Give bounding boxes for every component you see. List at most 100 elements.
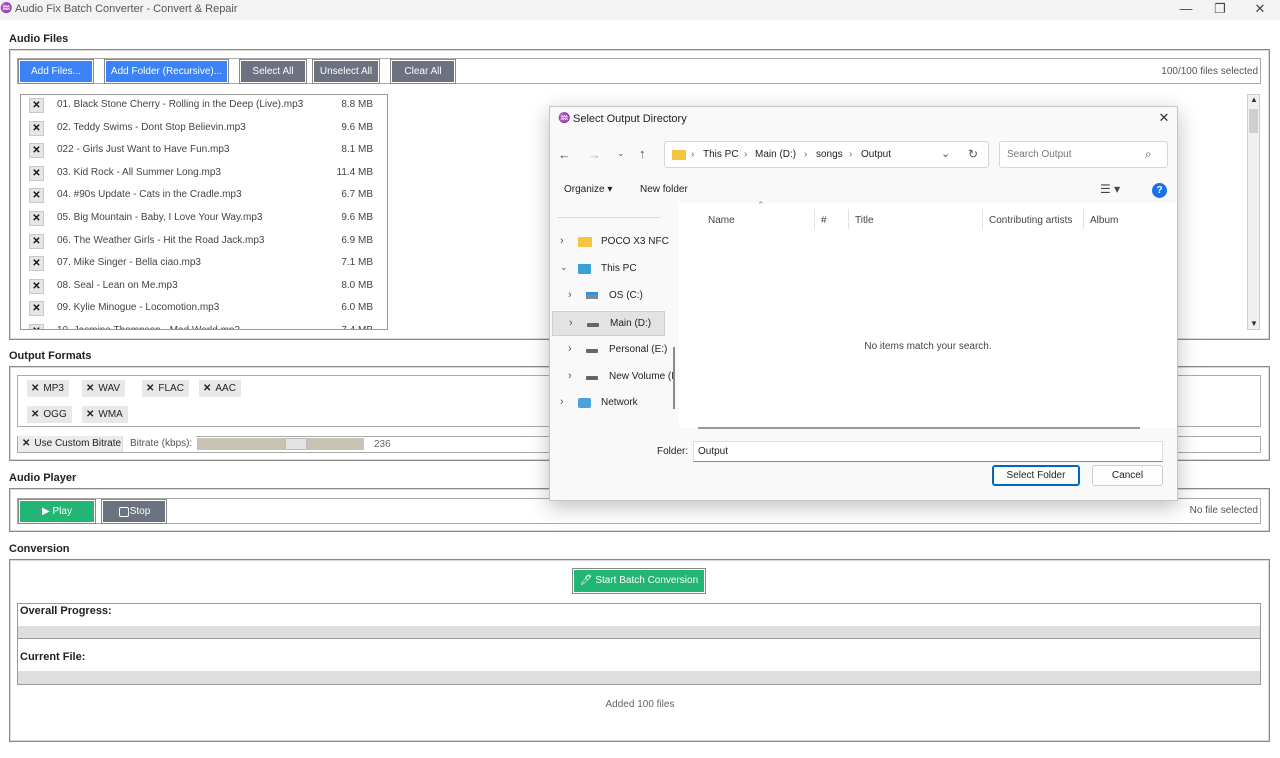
- file-name: 01. Black Stone Cherry - Rolling in the …: [57, 99, 304, 110]
- nav-scrollbar[interactable]: [673, 347, 675, 409]
- file-list-item[interactable]: ✕ 03. Kid Rock - All Summer Long.mp3 11.4 …: [21, 163, 387, 185]
- dialog-close-button[interactable]: ✕: [1152, 110, 1176, 128]
- scroll-thumb[interactable]: [1249, 109, 1258, 133]
- format-checkbox-flac[interactable]: ✕ FLAC: [142, 380, 189, 397]
- nav-item-os-c[interactable]: › OS (C:): [552, 284, 665, 309]
- file-list-item[interactable]: ✕ 04. #90s Update - Cats in the Cradle.mp…: [21, 185, 387, 207]
- nav-item-main-d[interactable]: › Main (D:): [552, 311, 665, 336]
- expand-chevron-icon[interactable]: ›: [568, 289, 572, 301]
- breadcrumb-output[interactable]: Output: [861, 149, 891, 160]
- file-size: 8.1 MB: [341, 144, 373, 156]
- file-list-item[interactable]: ✕ 10. Jasmine Thompson - Mad World.mp3 7.4…: [21, 321, 387, 329]
- expand-chevron-icon[interactable]: ›: [560, 235, 564, 247]
- unselect-all-button[interactable]: Unselect All: [312, 59, 380, 84]
- select-folder-button[interactable]: Select Folder: [992, 465, 1080, 486]
- file-name: 06. The Weather Girls - Hit the Road Jac…: [57, 234, 265, 246]
- format-checkbox-wav[interactable]: ✕ WAV: [82, 380, 126, 397]
- close-button[interactable]: ✕: [1240, 0, 1280, 20]
- view-options-icon[interactable]: ☰ ▾: [1100, 182, 1120, 196]
- file-list-scrollbar[interactable]: ▲ ▼: [1247, 94, 1260, 330]
- file-list-item[interactable]: ✕ 01. Black Stone Cherry - Rolling in the…: [21, 95, 387, 117]
- file-checkbox[interactable]: ✕: [29, 120, 44, 136]
- overall-progress-bar: [18, 626, 1260, 638]
- stop-button[interactable]: Stop: [101, 499, 167, 524]
- format-checkbox-wma[interactable]: ✕ WMA: [82, 406, 128, 423]
- add-files-button[interactable]: Add Files...: [18, 59, 94, 84]
- file-list-item[interactable]: ✕ 07. Mike Singer - Bella ciao.mp3 7.1 MB: [21, 253, 387, 275]
- audio-files-title: Audio Files: [9, 33, 69, 45]
- start-conversion-button[interactable]: 🖊 Start Batch Conversion: [572, 568, 706, 594]
- overall-progress-label: Overall Progress:: [20, 605, 112, 617]
- play-button[interactable]: ▶ Play: [18, 499, 96, 524]
- bitrate-slider-thumb[interactable]: [285, 438, 308, 450]
- expand-chevron-icon[interactable]: ›: [568, 370, 572, 382]
- address-bar[interactable]: › This PC › Main (D:) › songs › Output ⌄…: [664, 141, 989, 168]
- scroll-down-icon[interactable]: ▼: [1249, 319, 1259, 329]
- file-checkbox[interactable]: ✕: [29, 256, 44, 272]
- file-list-item[interactable]: ✕ 08. Seal - Lean on Me.mp3 8.0 MB: [21, 276, 387, 298]
- file-pane-hscroll[interactable]: [698, 427, 1140, 429]
- file-checkbox[interactable]: ✕: [29, 211, 44, 226]
- file-checkbox[interactable]: ✕: [29, 188, 44, 204]
- nav-item-personal-e[interactable]: › Personal (E:): [552, 338, 668, 363]
- refresh-icon[interactable]: ↻: [968, 147, 978, 161]
- nav-item-poco-x3-nfc[interactable]: › POCO X3 NFC: [552, 230, 669, 255]
- custom-bitrate-checkbox[interactable]: ✕ Use Custom Bitrate: [18, 436, 127, 452]
- cancel-button[interactable]: Cancel: [1092, 465, 1163, 486]
- folder-icon: [578, 237, 592, 249]
- back-arrow-icon[interactable]: ←: [558, 147, 571, 162]
- expand-chevron-icon[interactable]: ›: [569, 317, 573, 329]
- new-folder-button[interactable]: New folder: [640, 184, 688, 195]
- help-icon[interactable]: ?: [1152, 183, 1167, 198]
- file-checkbox[interactable]: ✕: [29, 98, 44, 113]
- file-checkbox[interactable]: ✕: [29, 165, 44, 181]
- add-folder-button[interactable]: Add Folder (Recursive)...: [104, 59, 229, 84]
- nav-item-network[interactable]: › Network: [552, 391, 665, 416]
- clear-all-button[interactable]: Clear All: [390, 59, 456, 84]
- format-checkbox-mp3[interactable]: ✕ MP3: [27, 380, 69, 397]
- file-list[interactable]: ✕ 01. Black Stone Cherry - Rolling in the…: [20, 94, 388, 330]
- breadcrumb-songs[interactable]: songs: [816, 149, 843, 160]
- file-checkbox[interactable]: ✕: [29, 278, 44, 294]
- forward-arrow-icon[interactable]: →: [588, 147, 601, 162]
- breadcrumb-main-d[interactable]: Main (D:): [755, 149, 796, 160]
- bitrate-value: 236: [374, 439, 391, 450]
- dialog-title: Select Output Directory: [573, 113, 687, 125]
- file-list-item[interactable]: ✕ 09. Kylie Minogue - Locomotion.mp3 6.0 M…: [21, 298, 387, 320]
- output-formats-title: Output Formats: [9, 350, 92, 362]
- file-list-item[interactable]: ✕ 05. Big Mountain - Baby, I Love Your Wa…: [21, 208, 387, 230]
- file-list-item[interactable]: ✕ 02. Teddy Swims - Dont Stop Believin.mp…: [21, 118, 387, 140]
- expand-chevron-icon[interactable]: ⌄: [560, 262, 568, 273]
- format-checkbox-aac[interactable]: ✕ AAC: [199, 380, 241, 397]
- expand-chevron-icon[interactable]: ›: [568, 343, 572, 355]
- nav-item-this-pc[interactable]: ⌄ This PC: [552, 257, 665, 282]
- scroll-up-icon[interactable]: ▲: [1249, 95, 1259, 105]
- up-arrow-icon[interactable]: ↑: [639, 146, 646, 161]
- search-output-input[interactable]: Search Output ⌕: [999, 141, 1168, 168]
- player-toolbar: [17, 498, 1261, 524]
- address-dropdown-icon[interactable]: ⌄: [941, 147, 950, 160]
- current-file-progress-bar: [18, 671, 1260, 684]
- recent-chevron-icon[interactable]: ⌄: [617, 148, 625, 159]
- stop-icon: [119, 507, 129, 517]
- nav-item-label: This PC: [601, 263, 637, 274]
- bitrate-slider[interactable]: [197, 438, 364, 450]
- expand-chevron-icon[interactable]: ›: [560, 396, 564, 408]
- file-list-item[interactable]: ✕ 022 - Girls Just Want to Have Fun.mp3 8.…: [21, 140, 387, 162]
- nav-item-new-volume-i[interactable]: › New Volume (I: [552, 365, 674, 390]
- nav-item-label: Personal (E:): [609, 344, 668, 355]
- folder-input[interactable]: Output: [693, 441, 1163, 462]
- file-name: 04. #90s Update - Cats in the Cradle.mp3: [57, 189, 242, 201]
- file-checkbox[interactable]: ✕: [29, 143, 44, 159]
- search-icon[interactable]: ⌕: [1145, 147, 1152, 162]
- format-checkbox-ogg[interactable]: ✕ OGG: [27, 406, 72, 423]
- file-checkbox[interactable]: ✕: [29, 233, 44, 249]
- file-checkbox[interactable]: ✕: [29, 324, 44, 329]
- organize-button[interactable]: Organize ▾: [564, 184, 612, 195]
- file-list-item[interactable]: ✕ 06. The Weather Girls - Hit the Road Ja…: [21, 231, 387, 253]
- file-size: 6.7 MB: [341, 189, 373, 201]
- select-all-button[interactable]: Select All: [239, 59, 307, 84]
- file-checkbox[interactable]: ✕: [29, 301, 44, 317]
- breadcrumb-this-pc[interactable]: This PC: [703, 149, 739, 160]
- maximize-button[interactable]: ❐: [1200, 0, 1240, 20]
